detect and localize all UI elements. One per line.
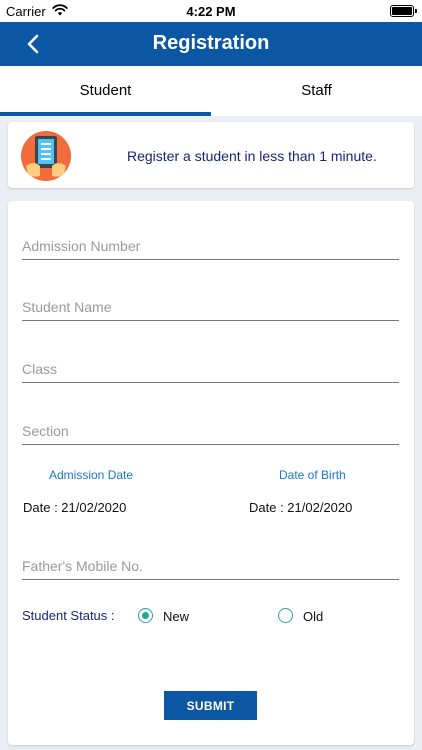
tab-bar: Student Staff [0,66,422,116]
admission-number-input[interactable] [22,226,399,258]
battery-icon [390,5,417,17]
fathers-mobile-input[interactable] [22,546,399,578]
page-title: Registration [152,32,270,54]
radio-checked-icon [138,608,153,623]
class-input[interactable] [22,349,399,381]
date-of-birth-label: Date of Birth [279,468,346,482]
tab-staff[interactable]: Staff [211,66,422,116]
section-field [22,411,399,445]
student-name-input[interactable] [22,287,399,319]
class-field [22,349,399,383]
submit-button[interactable]: SUBMIT [164,691,257,720]
status-old-radio[interactable]: Old [278,608,338,624]
registration-form: Admission Date Date : 21/02/2020 Date of… [8,201,414,745]
banner-text: Register a student in less than 1 minute… [127,148,377,164]
section-input[interactable] [22,411,399,443]
admission-date-value[interactable]: Date : 21/02/2020 [23,500,126,515]
student-name-field [22,287,399,321]
info-banner: Register a student in less than 1 minute… [8,122,414,188]
radio-unchecked-icon [278,608,293,623]
clock: 4:22 PM [186,4,236,19]
status-old-label: Old [303,609,324,624]
tab-student[interactable]: Student [0,66,211,116]
student-status-label: Student Status : [22,608,115,623]
admission-date-label: Admission Date [49,468,134,482]
admission-number-field [22,226,399,260]
tab-indicator [0,112,211,116]
fathers-mobile-field [22,546,399,580]
status-new-label: New [163,609,190,624]
tablet-form-icon [21,131,71,181]
date-of-birth-value[interactable]: Date : 21/02/2020 [249,500,352,515]
status-bar: Carrier 4:22 PM [0,0,422,22]
navigation-bar: Registration [0,22,422,66]
status-new-radio[interactable]: New [138,608,208,624]
